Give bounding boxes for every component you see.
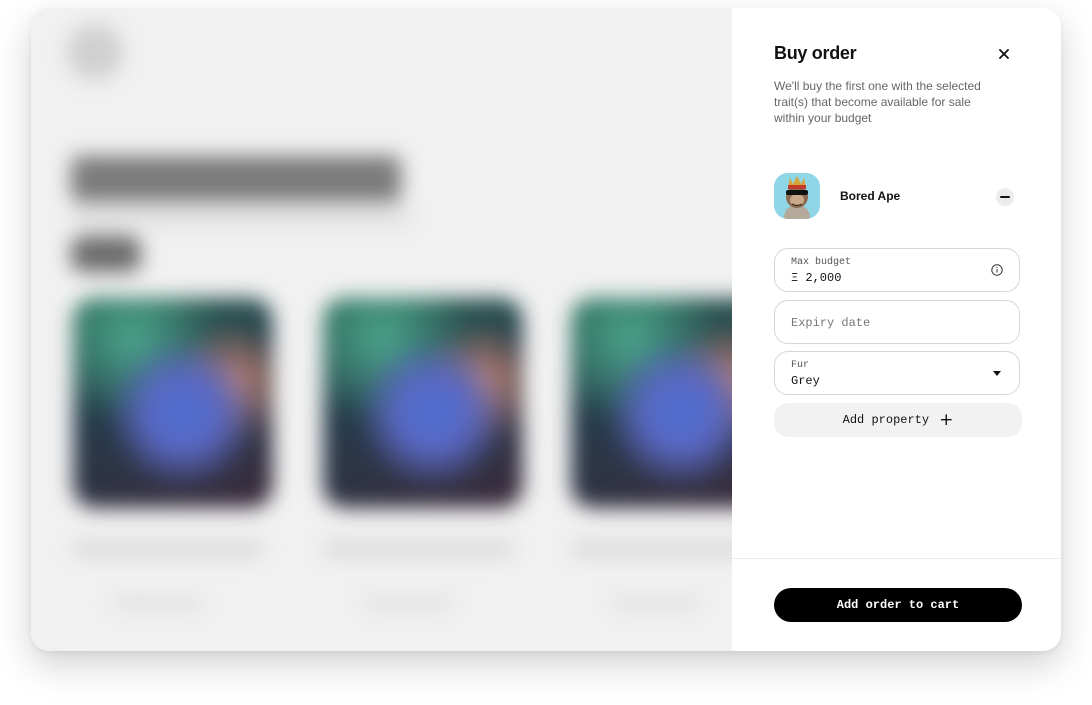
blurred-avatar	[67, 24, 123, 80]
trait-label: Fur	[791, 360, 810, 371]
max-budget-value[interactable]: Ξ 2,000	[791, 271, 841, 285]
info-icon[interactable]	[991, 264, 1003, 276]
blurred-card-title	[73, 543, 263, 555]
collection-avatar	[774, 173, 820, 219]
buy-order-panel: Buy order We'll buy the first one with t…	[732, 8, 1061, 651]
caret-down-icon	[993, 371, 1001, 376]
expiry-date-field[interactable]: Expiry date	[774, 300, 1020, 344]
add-property-label: Add property	[842, 413, 930, 427]
expiry-date-placeholder: Expiry date	[791, 316, 871, 330]
blurred-card-footer	[113, 598, 203, 608]
collection-name: Bored Ape	[840, 189, 901, 203]
blurred-card-footer	[611, 598, 701, 608]
bored-ape-image	[774, 173, 820, 219]
remove-collection-button[interactable]	[996, 188, 1014, 206]
trait-value: Grey	[791, 374, 820, 388]
max-budget-label: Max budget	[791, 257, 852, 268]
minus-icon	[1000, 196, 1010, 198]
plus-icon: +	[939, 409, 954, 430]
blurred-card-footer	[363, 598, 453, 608]
blurred-chip	[71, 236, 141, 272]
selected-collection-row: Bored Ape	[774, 173, 1022, 221]
add-property-button[interactable]: Add property +	[774, 403, 1022, 437]
blurred-nft-card	[571, 298, 732, 508]
panel-description: We'll buy the first one with the selecte…	[774, 79, 981, 125]
trait-select[interactable]: Fur Grey	[774, 351, 1020, 395]
close-button[interactable]	[994, 44, 1014, 64]
blurred-card-title	[571, 543, 732, 555]
max-budget-field[interactable]: Max budget Ξ 2,000	[774, 248, 1020, 292]
blurred-background-page	[31, 8, 732, 651]
app-window: Buy order We'll buy the first one with t…	[31, 8, 1061, 651]
add-order-to-cart-button[interactable]: Add order to cart	[774, 588, 1022, 622]
blurred-heading	[71, 156, 401, 202]
blurred-card-title	[323, 543, 513, 555]
blurred-subheading	[71, 212, 411, 222]
close-icon	[999, 49, 1009, 59]
panel-title: Buy order	[774, 43, 857, 63]
blurred-nft-card	[323, 298, 523, 508]
footer-divider	[732, 558, 1061, 559]
blurred-nft-card	[73, 298, 273, 508]
